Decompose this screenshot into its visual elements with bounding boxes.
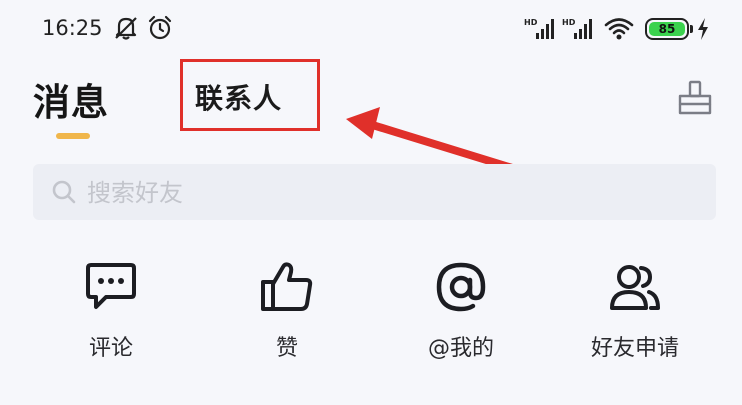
battery-level: 85	[649, 22, 685, 36]
quick-action-comments[interactable]: 评论	[46, 258, 176, 362]
battery-icon: 85	[645, 18, 693, 40]
broom-icon	[678, 80, 712, 115]
quick-action-label: @我的	[427, 336, 494, 361]
search-input[interactable]	[85, 164, 689, 222]
alarm-icon	[147, 14, 173, 46]
hd-signal-icon: HD	[562, 16, 594, 44]
svg-text:HD: HD	[562, 18, 576, 27]
quick-action-label: 评论	[88, 336, 133, 361]
clear-unread-button[interactable]	[675, 80, 715, 120]
quick-action-label: 赞	[275, 336, 298, 361]
search-bar[interactable]	[33, 164, 716, 222]
at-sign-icon	[396, 258, 526, 316]
wifi-icon	[604, 16, 634, 46]
svg-text:HD: HD	[524, 18, 538, 27]
quick-action-friend-requests[interactable]: 好友申请	[570, 258, 700, 362]
hd-signal-icon: HD	[524, 16, 556, 44]
active-tab-indicator	[56, 133, 90, 139]
search-icon	[51, 179, 77, 209]
thumbs-up-icon	[222, 258, 352, 316]
comment-icon	[46, 258, 176, 316]
notifications-off-icon	[113, 14, 139, 46]
quick-action-label: 好友申请	[590, 336, 679, 361]
charging-icon	[696, 17, 710, 45]
status-bar: 16:25 HD HD 85	[0, 0, 742, 60]
quick-action-mentions[interactable]: @我的	[396, 258, 526, 362]
friend-request-icon	[570, 258, 700, 316]
status-time: 16:25	[42, 16, 103, 40]
tab-contacts[interactable]: 联系人	[195, 77, 282, 117]
tab-messages[interactable]: 消息	[33, 72, 109, 126]
quick-action-likes[interactable]: 赞	[222, 258, 352, 362]
